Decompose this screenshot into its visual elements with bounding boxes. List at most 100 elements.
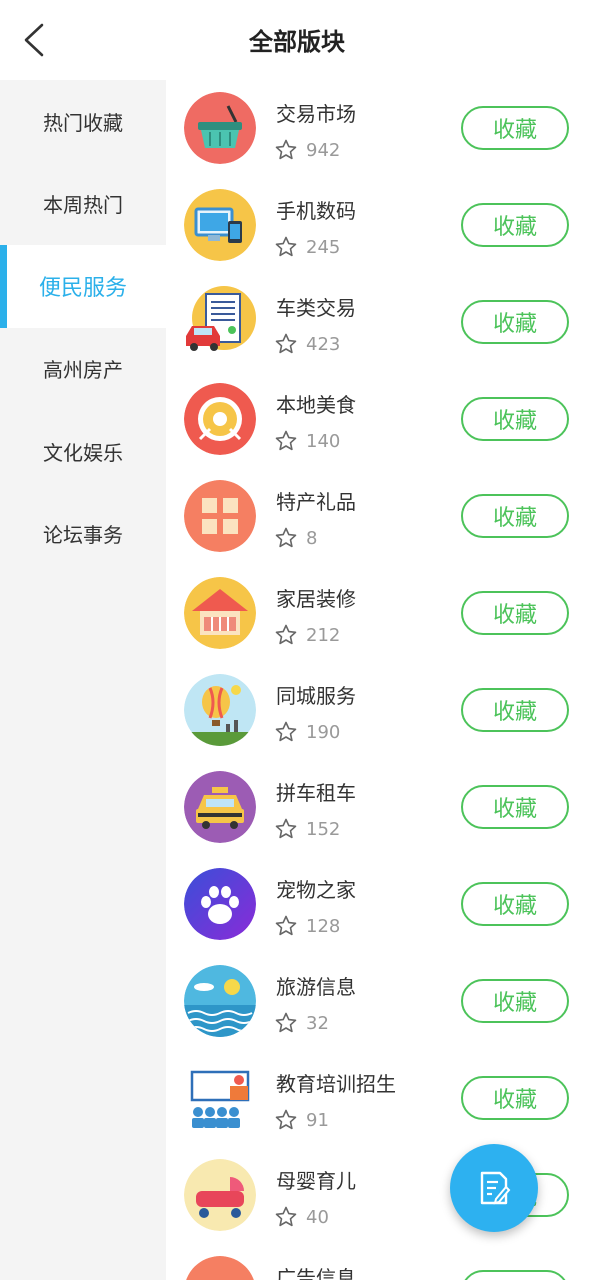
computer-phone-icon xyxy=(184,189,256,261)
favorite-count: 212 xyxy=(274,623,340,647)
sun-sea-icon xyxy=(184,965,256,1037)
forum-name: 拼车租车 xyxy=(276,781,356,805)
hot-air-balloon-icon xyxy=(184,674,256,746)
forum-name: 特产礼品 xyxy=(276,490,356,514)
count-value: 212 xyxy=(306,624,341,646)
favorite-count: 8 xyxy=(274,526,317,550)
sidebar-item-forum-affairs[interactable]: 论坛事务 xyxy=(0,493,166,576)
favorite-button[interactable]: 收藏 xyxy=(461,1270,569,1280)
forum-name: 教育培训招生 xyxy=(276,1072,396,1096)
list-item[interactable]: 本地美食 140 收藏 xyxy=(166,371,594,468)
count-value: 245 xyxy=(306,236,341,258)
favorite-count: 91 xyxy=(274,1108,329,1132)
sidebar-item-culture-entertainment[interactable]: 文化娱乐 xyxy=(0,410,166,493)
favorite-button[interactable]: 收藏 xyxy=(461,397,569,441)
favorite-count: 40 xyxy=(274,1205,329,1229)
page-title: 全部版块 xyxy=(249,28,345,56)
star-icon xyxy=(274,332,298,356)
favorite-count: 128 xyxy=(274,914,340,938)
count-value: 423 xyxy=(306,333,341,355)
count-value: 32 xyxy=(306,1012,329,1034)
paw-icon xyxy=(184,868,256,940)
favorite-count: 942 xyxy=(274,138,340,162)
sidebar-item-label: 热门收藏 xyxy=(43,110,123,135)
header: 全部版块 xyxy=(0,0,594,80)
favorite-button[interactable]: 收藏 xyxy=(461,1076,569,1120)
list-item[interactable]: 车类交易 423 收藏 xyxy=(166,274,594,371)
food-plate-icon xyxy=(184,383,256,455)
favorite-button[interactable]: 收藏 xyxy=(461,591,569,635)
forum-name: 本地美食 xyxy=(276,393,356,417)
forum-name: 手机数码 xyxy=(276,199,356,223)
count-value: 8 xyxy=(306,527,318,549)
count-value: 942 xyxy=(306,139,341,161)
list-item[interactable]: 交易市场 942 收藏 xyxy=(166,80,594,177)
sidebar-item-gaozhou-property[interactable]: 高州房产 xyxy=(0,328,166,411)
forum-name: 交易市场 xyxy=(276,102,356,126)
ad-icon xyxy=(184,1256,256,1280)
favorite-count: 423 xyxy=(274,332,340,356)
favorite-button[interactable]: 收藏 xyxy=(461,979,569,1023)
house-icon xyxy=(184,577,256,649)
edit-note-icon xyxy=(480,1171,511,1205)
favorite-button[interactable]: 收藏 xyxy=(461,882,569,926)
sidebar-item-convenience-services[interactable]: 便民服务 xyxy=(0,245,166,328)
forum-name: 家居装修 xyxy=(276,587,356,611)
list-item[interactable]: 特产礼品 8 收藏 xyxy=(166,468,594,565)
star-icon xyxy=(274,1108,298,1132)
favorite-button[interactable]: 收藏 xyxy=(461,785,569,829)
star-icon xyxy=(274,623,298,647)
favorite-count: 245 xyxy=(274,235,340,259)
favorite-count: 190 xyxy=(274,720,340,744)
sidebar-item-hot-favorites[interactable]: 热门收藏 xyxy=(0,80,166,163)
list-item[interactable]: 广告信息 收藏 xyxy=(166,1244,594,1280)
star-icon xyxy=(274,1205,298,1229)
list-item[interactable]: 手机数码 245 收藏 xyxy=(166,177,594,274)
forum-name: 车类交易 xyxy=(276,296,356,320)
count-value: 140 xyxy=(306,430,341,452)
star-icon xyxy=(274,138,298,162)
sidebar-item-label: 高州房产 xyxy=(43,358,123,383)
forum-name: 广告信息 xyxy=(276,1266,356,1280)
star-icon xyxy=(274,526,298,550)
classroom-icon xyxy=(184,1062,256,1134)
forum-name: 同城服务 xyxy=(276,684,356,708)
favorite-button[interactable]: 收藏 xyxy=(461,300,569,344)
star-icon xyxy=(274,1011,298,1035)
sidebar-item-label: 文化娱乐 xyxy=(43,440,123,465)
new-post-button[interactable] xyxy=(450,1144,538,1232)
list-item[interactable]: 旅游信息 32 收藏 xyxy=(166,953,594,1050)
list-item[interactable]: 教育培训招生 91 收藏 xyxy=(166,1050,594,1147)
list-item[interactable]: 拼车租车 152 收藏 xyxy=(166,759,594,856)
forum-name: 母婴育儿 xyxy=(276,1169,356,1193)
list-item[interactable]: 宠物之家 128 收藏 xyxy=(166,856,594,953)
taxi-icon xyxy=(184,771,256,843)
star-icon xyxy=(274,429,298,453)
shopping-basket-icon xyxy=(184,92,256,164)
favorite-button[interactable]: 收藏 xyxy=(461,494,569,538)
forum-name: 旅游信息 xyxy=(276,975,356,999)
forum-list: 交易市场 942 收藏 手机数码 245 收藏 车类交易 423 收藏 本地美食… xyxy=(166,80,594,1280)
sidebar-item-label: 本周热门 xyxy=(43,193,123,218)
favorite-button[interactable]: 收藏 xyxy=(461,688,569,732)
star-icon xyxy=(274,720,298,744)
count-value: 190 xyxy=(306,721,341,743)
gift-box-icon xyxy=(184,480,256,552)
sidebar-item-label: 便民服务 xyxy=(38,276,127,302)
count-value: 91 xyxy=(306,1109,329,1131)
favorite-count: 152 xyxy=(274,817,340,841)
count-value: 40 xyxy=(306,1206,329,1228)
favorite-count: 140 xyxy=(274,429,340,453)
sidebar-item-label: 论坛事务 xyxy=(43,523,123,548)
favorite-button[interactable]: 收藏 xyxy=(461,106,569,150)
list-item[interactable]: 家居装修 212 收藏 xyxy=(166,565,594,662)
star-icon xyxy=(274,817,298,841)
list-item[interactable]: 同城服务 190 收藏 xyxy=(166,662,594,759)
car-icon xyxy=(184,286,256,358)
favorite-button[interactable]: 收藏 xyxy=(461,203,569,247)
forum-name: 宠物之家 xyxy=(276,878,356,902)
star-icon xyxy=(274,235,298,259)
sidebar-item-weekly-hot[interactable]: 本周热门 xyxy=(0,163,166,246)
star-icon xyxy=(274,914,298,938)
count-value: 152 xyxy=(306,818,341,840)
